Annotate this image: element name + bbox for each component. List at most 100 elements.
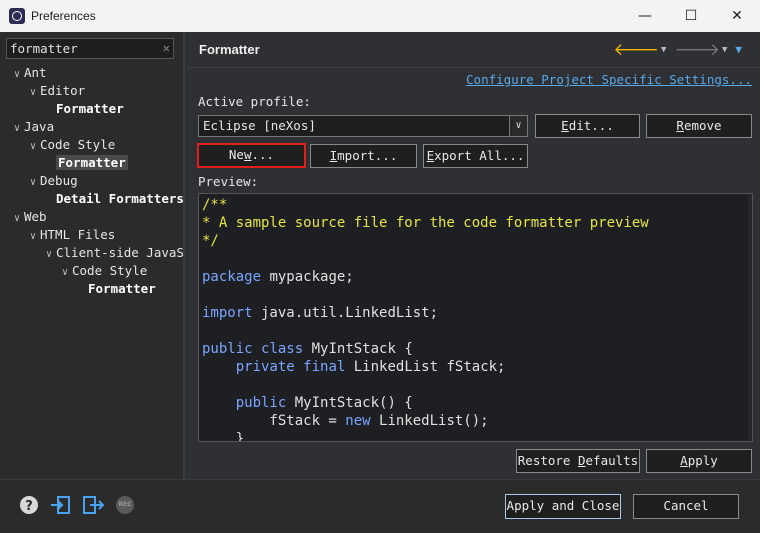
code-line: }	[202, 430, 649, 442]
expand-twisty-icon[interactable]: ∨	[10, 120, 24, 136]
code-text: MyIntStack {	[303, 341, 413, 357]
code-comment: /**	[202, 197, 228, 213]
tree-node[interactable]: ∨Client-side JavaScript	[0, 244, 183, 262]
restore-defaults-button[interactable]: Restore Defaults	[516, 449, 640, 473]
maximize-button[interactable]: ☐	[668, 0, 714, 32]
code-comment: */	[202, 233, 219, 249]
code-text: }	[202, 431, 245, 442]
tree-node[interactable]: Formatter	[0, 154, 183, 172]
code-keyword: final	[303, 359, 346, 375]
code-line: package mypackage;	[202, 268, 649, 286]
code-line: */	[202, 232, 649, 250]
code-text: LinkedList();	[370, 413, 489, 429]
expand-twisty-icon[interactable]: ∨	[42, 246, 56, 262]
tree-node[interactable]: Formatter	[0, 280, 183, 298]
tree-node-label: Editor	[40, 83, 86, 98]
tree-node[interactable]: Detail Formatters	[0, 190, 183, 208]
tree-node-label: Java	[24, 119, 55, 134]
remove-button[interactable]: Remove	[646, 114, 752, 138]
expand-twisty-icon[interactable]: ∨	[10, 66, 24, 82]
back-arrow-icon[interactable]: 🡐	[613, 40, 659, 60]
clear-filter-icon[interactable]: ✕	[163, 41, 170, 55]
tree-node[interactable]: ∨ Ant	[0, 64, 183, 82]
code-line: * A sample source file for the code form…	[202, 214, 649, 232]
active-profile-select[interactable]: Eclipse [neXos] ∨	[198, 115, 528, 137]
tree-node-label: Debug	[40, 173, 78, 188]
tree-node[interactable]: ∨ HTML Files	[0, 226, 183, 244]
code-line: public class MyIntStack {	[202, 340, 649, 358]
title-bar: Preferences — ☐ ✕	[0, 0, 760, 32]
tree-node[interactable]: ∨ Web	[0, 208, 183, 226]
edit-button[interactable]: Edit...	[535, 114, 640, 138]
tree-node-label: Formatter	[56, 155, 128, 170]
chevron-down-icon[interactable]: ∨	[509, 116, 527, 136]
code-keyword: import	[202, 305, 253, 321]
page-header: Formatter 🡐 ▼ 🡒 ▼ ▼	[187, 32, 760, 68]
page-title: Formatter	[199, 42, 260, 57]
tree-node[interactable]: ∨ Debug	[0, 172, 183, 190]
preview-label: Preview:	[198, 174, 259, 189]
code-preview[interactable]: /** * A sample source file for the code f…	[198, 193, 753, 442]
tree-node-label: Web	[24, 209, 47, 224]
expand-twisty-icon[interactable]: ∨	[26, 174, 40, 190]
configure-project-settings-link[interactable]: Configure Project Specific Settings...	[466, 72, 752, 87]
tree-node-label: Code Style	[72, 263, 148, 278]
forward-dropdown-icon[interactable]: ▼	[722, 45, 727, 55]
profile-value: Eclipse [neXos]	[203, 118, 316, 133]
expand-twisty-icon[interactable]: ∨	[26, 138, 40, 154]
code-line: fStack = new LinkedList();	[202, 412, 649, 430]
tree-node-label: HTML Files	[40, 227, 116, 242]
dialog-footer: ? REC Apply and Close Cancel	[0, 479, 760, 533]
code-text: fStack =	[202, 413, 346, 429]
expand-twisty-icon[interactable]: ∨	[10, 210, 24, 226]
minimize-button[interactable]: —	[622, 0, 668, 32]
expand-twisty-icon[interactable]: ∨	[58, 264, 72, 280]
preview-scrollbar[interactable]	[748, 194, 752, 441]
code-keyword: new	[345, 413, 371, 429]
import-button[interactable]: Import...	[310, 144, 417, 168]
filter-text: formatter	[10, 41, 78, 56]
tree-node-label: Formatter	[88, 281, 156, 296]
record-icon[interactable]: REC	[114, 494, 136, 516]
code-comment: * A sample source file for the code form…	[202, 215, 649, 231]
cancel-button[interactable]: Cancel	[633, 494, 739, 519]
expand-twisty-icon[interactable]: ∨	[26, 228, 40, 244]
code-text: MyIntStack() {	[286, 395, 413, 411]
preview-code: /** * A sample source file for the code f…	[202, 196, 649, 442]
export-all-button[interactable]: Export All...	[423, 144, 528, 168]
back-dropdown-icon[interactable]: ▼	[661, 45, 666, 55]
expand-twisty-icon[interactable]: ∨	[26, 84, 40, 100]
code-line: private final LinkedList fStack;	[202, 358, 649, 376]
tree-node[interactable]: ∨ Editor	[0, 82, 183, 100]
forward-arrow-icon[interactable]: 🡒	[674, 40, 720, 60]
formatter-page: Formatter 🡐 ▼ 🡒 ▼ ▼ Configure Project Sp…	[187, 32, 760, 479]
tree-node-label: Detail Formatters	[56, 191, 183, 206]
tree-node-label: Ant	[24, 65, 47, 80]
preferences-tree: ∨ Ant ∨ Editor Formatter ∨ Java ∨ Code Style Form…	[0, 64, 183, 298]
code-keyword: public	[235, 395, 287, 411]
preferences-tree-pane: formatter ✕ ∨ Ant ∨ Editor Formatter ∨ Java ∨ Co…	[0, 32, 185, 479]
view-menu-icon[interactable]: ▼	[735, 43, 742, 56]
close-button[interactable]: ✕	[714, 0, 760, 32]
code-line: /**	[202, 196, 649, 214]
tree-node[interactable]: ∨ Code Style	[0, 136, 183, 154]
code-keyword: package	[202, 269, 262, 285]
help-icon[interactable]: ?	[18, 494, 40, 516]
new-profile-button[interactable]: New...	[197, 143, 306, 168]
code-text: java.util.LinkedList;	[252, 305, 439, 321]
apply-button[interactable]: Apply	[646, 449, 752, 473]
tree-node-label: Client-side JavaScript	[56, 245, 183, 260]
code-text: LinkedList fStack;	[345, 359, 506, 375]
export-prefs-icon[interactable]	[82, 494, 104, 516]
import-prefs-icon[interactable]	[50, 494, 72, 516]
filter-input[interactable]: formatter ✕	[6, 38, 174, 59]
apply-and-close-button[interactable]: Apply and Close	[505, 494, 621, 519]
tree-node[interactable]: Formatter	[0, 100, 183, 118]
tree-node[interactable]: ∨ Java	[0, 118, 183, 136]
tree-node[interactable]: ∨ Code Style	[0, 262, 183, 280]
